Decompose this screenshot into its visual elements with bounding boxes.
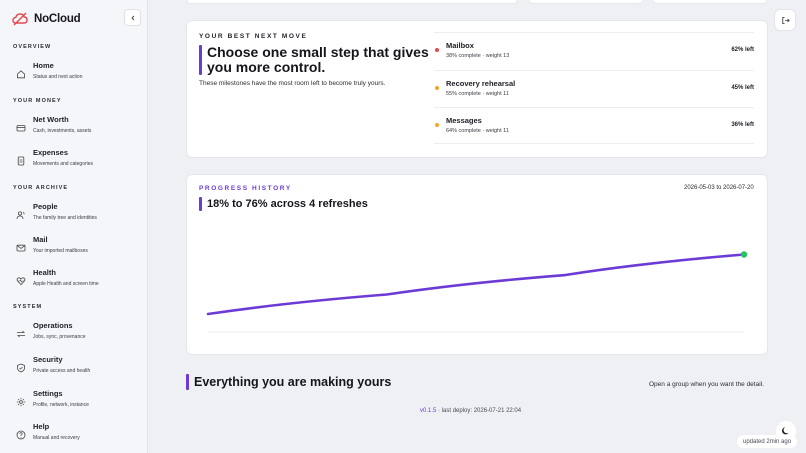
deploy-info: v0.1.5 · last deploy: 2026-07-21 22:04 bbox=[420, 408, 521, 414]
updated-badge: updated 2min ago bbox=[737, 435, 798, 448]
last-deploy: · last deploy: 2026-07-21 22:04 bbox=[438, 408, 522, 414]
version-link[interactable]: v0.1.5 bbox=[420, 408, 436, 414]
footer-headline: Everything you are making yours bbox=[194, 375, 392, 389]
progress-series-line bbox=[206, 253, 746, 316]
footer-accent-bar bbox=[186, 374, 189, 390]
footer-hint: Open a group when you want the detail. bbox=[649, 381, 764, 388]
latest-point-marker bbox=[740, 251, 748, 258]
